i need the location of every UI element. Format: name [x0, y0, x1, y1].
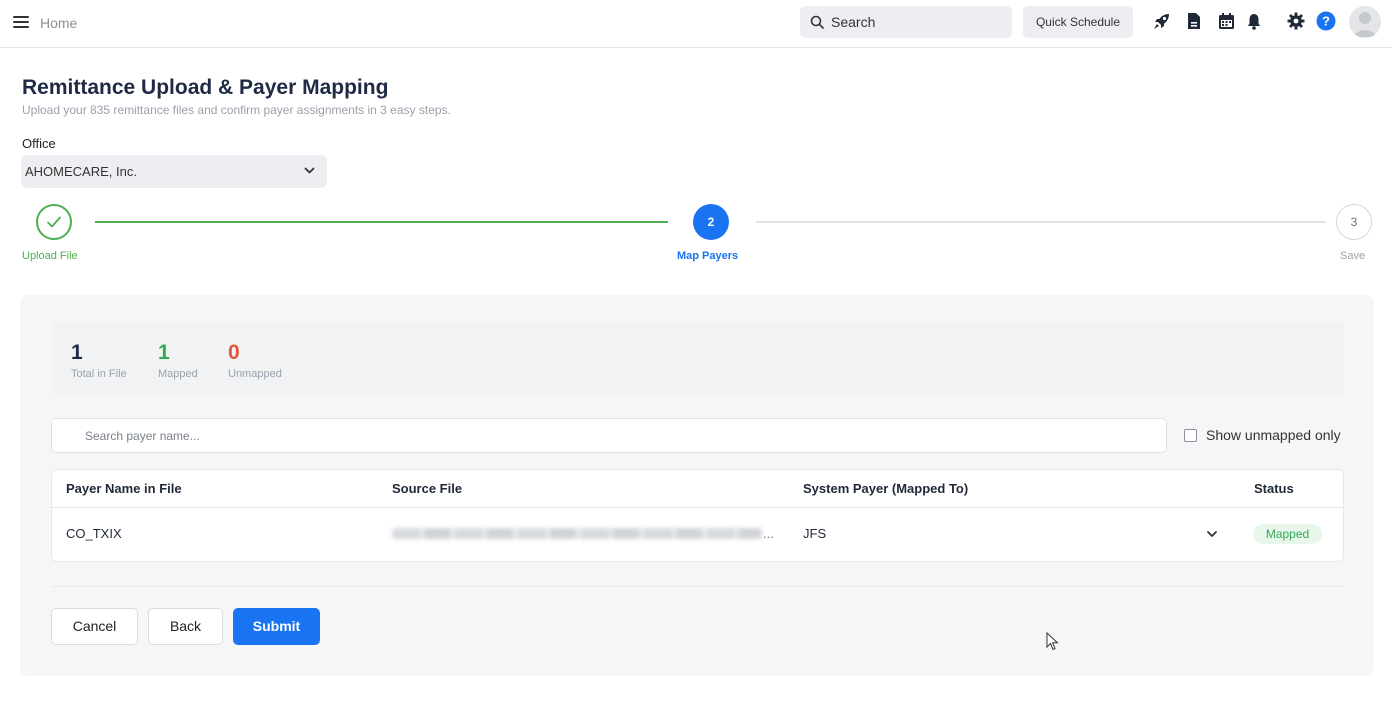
system-payer-select[interactable]: JFS: [803, 526, 826, 541]
global-search[interactable]: Search: [800, 6, 1012, 38]
step-2-number: 2: [707, 215, 715, 229]
back-button[interactable]: Back: [148, 608, 223, 645]
source-file-ellipsis: ...: [763, 526, 774, 541]
bell-icon[interactable]: [1244, 11, 1264, 31]
submit-button[interactable]: Submit: [233, 608, 320, 645]
show-unmapped-checkbox[interactable]: [1184, 429, 1197, 442]
cancel-button[interactable]: Cancel: [51, 608, 138, 645]
office-select[interactable]: AHOMECARE, Inc.: [21, 155, 327, 188]
step-2-label: Map Payers: [677, 250, 739, 262]
step-2-circle: 2: [693, 204, 729, 240]
search-label: Search: [831, 14, 876, 30]
svg-text:?: ?: [1322, 14, 1330, 29]
search-icon: [810, 15, 824, 29]
quick-schedule-button[interactable]: Quick Schedule: [1023, 6, 1133, 38]
help-icon[interactable]: ?: [1316, 11, 1336, 31]
office-label: Office: [22, 136, 56, 151]
breadcrumb-home[interactable]: Home: [40, 15, 77, 31]
stat-mapped-value: 1: [158, 341, 170, 364]
menu-icon[interactable]: [13, 16, 29, 30]
document-icon[interactable]: [1184, 11, 1204, 31]
check-icon: [47, 216, 61, 228]
step-1-label: Upload File: [22, 250, 78, 262]
mouse-cursor-icon: [1046, 632, 1059, 651]
stat-total-value: 1: [71, 341, 83, 364]
gear-icon[interactable]: [1286, 11, 1306, 31]
source-file-redacted: [392, 528, 762, 539]
avatar[interactable]: [1349, 6, 1381, 38]
page-subtitle: Upload your 835 remittance files and con…: [22, 103, 451, 117]
step-3-label: Save: [1340, 250, 1366, 262]
calendar-icon[interactable]: [1216, 11, 1236, 31]
column-header-payer-name: Payer Name in File: [66, 481, 182, 496]
stat-total-label: Total in File: [71, 368, 127, 380]
stepper-connector-complete: [95, 221, 668, 223]
actions-divider: [52, 586, 1344, 587]
header-divider: [52, 507, 1343, 508]
payer-search-input[interactable]: [51, 418, 1167, 453]
chevron-down-icon: [304, 167, 315, 174]
step-3-circle: 3: [1336, 204, 1372, 240]
page-title: Remittance Upload & Payer Mapping: [22, 76, 389, 99]
column-header-system-payer: System Payer (Mapped To): [803, 481, 969, 496]
stats-card: [52, 322, 1344, 395]
top-bar: Home Search Quick Schedule ?: [0, 0, 1392, 48]
step-1-circle: [36, 204, 72, 240]
rocket-icon[interactable]: [1152, 11, 1172, 31]
column-header-source-file: Source File: [392, 481, 463, 496]
office-select-value: AHOMECARE, Inc.: [25, 164, 137, 179]
stat-mapped-label: Mapped: [158, 368, 198, 380]
status-badge: Mapped: [1253, 524, 1322, 544]
step-3-number: 3: [1350, 215, 1358, 229]
chevron-down-icon[interactable]: [1206, 528, 1218, 540]
stat-unmapped-value: 0: [228, 341, 240, 364]
column-header-status: Status: [1254, 481, 1294, 496]
stepper-connector-pending: [756, 221, 1326, 223]
show-unmapped-label[interactable]: Show unmapped only: [1206, 427, 1341, 443]
stat-unmapped-label: Unmapped: [228, 368, 282, 380]
payer-mapping-table: [51, 469, 1344, 562]
payer-name-cell: CO_TXIX: [66, 526, 122, 541]
